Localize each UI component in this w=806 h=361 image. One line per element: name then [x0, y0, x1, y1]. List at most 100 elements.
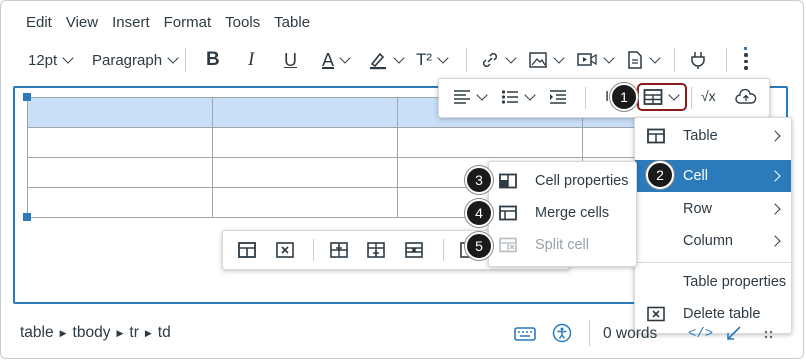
menubar: Edit View Insert Format Tools Table	[26, 14, 324, 34]
media-button[interactable]	[576, 46, 615, 74]
chevron-down-icon	[603, 52, 615, 64]
menu-item-label: Delete table	[683, 306, 761, 322]
table-cell[interactable]	[27, 127, 213, 158]
table-cell[interactable]	[397, 127, 583, 158]
toolbar: 12pt Paragraph B I U A T²	[20, 46, 780, 74]
resize-handle[interactable]	[23, 93, 31, 101]
image-button[interactable]	[528, 46, 565, 74]
delete-table-icon[interactable]	[275, 240, 295, 260]
table-cell[interactable]	[27, 157, 213, 188]
menu-item-label: Row	[683, 201, 713, 217]
italic-icon[interactable]: I	[248, 46, 254, 74]
accessibility-checker-button[interactable]	[552, 323, 572, 343]
cloud-upload-icon	[735, 89, 757, 104]
align-icon	[454, 90, 470, 104]
insert-row-before-icon[interactable]	[329, 240, 349, 260]
chevron-right-icon	[765, 201, 781, 217]
path-item-tr[interactable]: tr	[129, 324, 138, 342]
table-cell[interactable]	[27, 187, 213, 218]
highlighter-icon	[370, 52, 386, 70]
superscript-button[interactable]: T²	[416, 46, 449, 74]
keyboard-shortcuts-button[interactable]	[514, 324, 536, 342]
list-button[interactable]	[501, 89, 536, 105]
menu-item-label: Column	[683, 233, 733, 249]
chevron-down-icon	[167, 52, 179, 64]
font-size-select[interactable]: 12pt	[28, 46, 74, 74]
divider	[726, 48, 727, 72]
dot	[744, 66, 748, 70]
triangle-right-icon: ▶	[59, 327, 67, 338]
font-size-value: 12pt	[28, 51, 58, 69]
callout-badge-2: 2	[646, 161, 674, 189]
apps-button[interactable]	[688, 46, 708, 74]
path-item-td[interactable]: td	[158, 324, 171, 342]
table-cell[interactable]	[27, 97, 213, 128]
indent-button[interactable]	[549, 89, 567, 105]
menu-insert[interactable]: Insert	[112, 14, 150, 34]
callout-badge-5: 5	[465, 232, 493, 260]
menu-item-label: Merge cells	[535, 205, 610, 221]
plug-icon	[691, 52, 705, 69]
menu-item-split-cell: Split cell	[489, 229, 636, 261]
delete-table-icon	[645, 305, 667, 323]
text-color-button[interactable]: A	[322, 46, 351, 74]
path-item-table[interactable]: table	[20, 324, 54, 342]
element-path: table ▶ tbody ▶ tr ▶ td	[20, 318, 171, 348]
menu-item-column[interactable]: Column	[635, 225, 791, 257]
menu-format[interactable]: Format	[164, 14, 212, 34]
table-cell[interactable]	[212, 187, 398, 218]
table-button[interactable]	[637, 83, 687, 111]
divider	[443, 239, 444, 261]
document-button[interactable]	[626, 46, 661, 74]
menu-item-row[interactable]: Row	[635, 193, 791, 225]
underline-icon[interactable]: U	[284, 46, 297, 74]
triangle-right-icon: ▶	[144, 327, 152, 338]
equation-icon[interactable]: √x	[701, 88, 716, 104]
chevron-down-icon	[553, 52, 565, 64]
menu-item-cell-properties[interactable]: Cell properties	[489, 165, 636, 197]
link-button[interactable]	[480, 46, 517, 74]
chevron-down-icon	[649, 52, 661, 64]
indent-icon	[550, 90, 566, 104]
align-button[interactable]	[453, 89, 488, 105]
delete-row-icon[interactable]	[404, 240, 424, 260]
keyboard-icon	[514, 327, 536, 341]
cell-properties-icon	[497, 172, 519, 190]
resize-grip-icon[interactable]	[764, 330, 774, 340]
media-icon	[577, 53, 597, 66]
insert-row-after-icon[interactable]	[366, 240, 386, 260]
cell-submenu: Cell properties Merge cells Split cell	[488, 161, 637, 267]
word-count[interactable]: 0 words	[603, 325, 657, 343]
divider	[691, 87, 692, 109]
callout-badge-4: 4	[465, 199, 493, 227]
more-options-button[interactable]	[744, 46, 748, 74]
merge-cells-icon	[497, 204, 519, 222]
menu-tools[interactable]: Tools	[225, 14, 260, 34]
html-editor-icon[interactable]: </>	[688, 326, 713, 342]
menu-item-label: Table properties	[683, 274, 787, 290]
menu-item-table[interactable]: Table	[635, 120, 791, 152]
menu-view[interactable]: View	[66, 14, 98, 34]
menu-item-merge-cells[interactable]: Merge cells	[489, 197, 636, 229]
resize-handle[interactable]	[23, 213, 31, 221]
path-item-tbody[interactable]: tbody	[73, 324, 111, 342]
chevron-down-icon	[505, 52, 517, 64]
cloud-upload-button[interactable]	[735, 89, 757, 105]
menu-edit[interactable]: Edit	[26, 14, 52, 34]
chevron-right-icon	[765, 168, 781, 184]
table-properties-icon[interactable]	[237, 240, 257, 260]
line-height-icon[interactable]: I	[605, 88, 609, 105]
table-dropdown-menu: Table Cell Row Column Table properties D…	[634, 117, 792, 334]
highlight-color-button[interactable]	[368, 46, 405, 74]
fullscreen-icon[interactable]	[726, 325, 742, 341]
table-cell[interactable]	[212, 157, 398, 188]
divider	[585, 87, 586, 109]
bold-icon[interactable]: B	[206, 46, 220, 74]
text-color-icon: A	[322, 49, 335, 70]
divider	[674, 48, 675, 72]
block-format-select[interactable]: Paragraph	[92, 46, 179, 74]
table-cell[interactable]	[212, 127, 398, 158]
table-cell[interactable]	[212, 97, 398, 128]
menu-table[interactable]: Table	[274, 14, 310, 34]
menu-item-table-properties[interactable]: Table properties	[635, 266, 791, 298]
